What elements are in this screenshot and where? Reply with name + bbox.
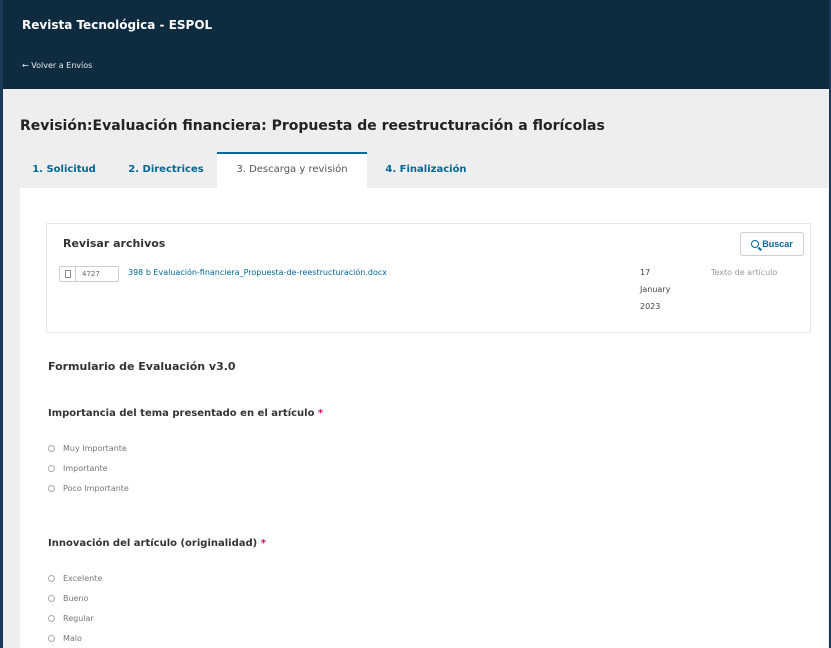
radio-button[interactable] — [48, 614, 55, 622]
option-excelente[interactable]: Excelente — [48, 568, 102, 588]
option-label: Poco Importante — [63, 483, 129, 493]
option-poco-importante[interactable]: Poco Importante — [48, 478, 129, 498]
radio-button[interactable] — [48, 484, 55, 492]
file-date: 17 January 2023 — [640, 264, 680, 315]
option-label: Excelente — [63, 573, 103, 583]
page-title: Revisión:Evaluación financiera: Propuest… — [20, 118, 605, 134]
radio-button[interactable] — [48, 444, 55, 452]
back-to-submissions-link[interactable]: ← Volver a Envíos — [22, 61, 92, 70]
option-regular[interactable]: Regular — [48, 608, 102, 628]
radio-button[interactable] — [48, 634, 55, 642]
top-header: Revista Tecnológica - ESPOL ← Volver a E… — [0, 0, 831, 89]
options-importancia: Muy Importante Importante Poco Important… — [48, 438, 129, 498]
review-step-tabs: 1. Solicitud 2. Directrices 3. Descarga … — [20, 152, 820, 188]
file-download-link[interactable]: 398 b Evaluación-financiera_Propuesta-de… — [128, 268, 387, 277]
file-date-year: 2023 — [640, 302, 661, 311]
options-innovacion: Excelente Bueno Regular Malo — [48, 568, 102, 648]
tab-directrices[interactable]: 2. Directrices — [114, 152, 218, 188]
option-label: Bueno — [63, 593, 89, 603]
file-badge: 4727 — [59, 266, 119, 282]
file-type: Texto de artículo — [711, 268, 778, 277]
file-id: 4727 — [82, 270, 100, 278]
tab-solicitud[interactable]: 1. Solicitud — [20, 152, 108, 188]
search-button[interactable]: Buscar — [740, 232, 804, 256]
question-title-innovacion: Innovación del artículo (originalidad) * — [48, 538, 266, 549]
search-button-label: Buscar — [762, 239, 793, 249]
radio-button[interactable] — [48, 464, 55, 472]
review-files-heading: Revisar archivos — [63, 237, 166, 250]
required-mark: * — [317, 408, 324, 419]
option-muy-importante[interactable]: Muy Importante — [48, 438, 129, 458]
question-text: Importancia del tema presentado en el ar… — [48, 408, 315, 419]
search-icon — [751, 240, 760, 248]
option-label: Malo — [63, 633, 82, 643]
form-title: Formulario de Evaluación v3.0 — [48, 360, 236, 373]
review-files-section: Revisar archivos Buscar 4727 398 b Evalu… — [46, 223, 811, 333]
question-title-importancia: Importancia del tema presentado en el ar… — [48, 408, 323, 419]
app-title: Revista Tecnológica - ESPOL — [22, 18, 213, 32]
option-malo[interactable]: Malo — [48, 628, 102, 648]
option-importante[interactable]: Importante — [48, 458, 129, 478]
document-icon — [60, 267, 76, 281]
option-label: Muy Importante — [63, 443, 127, 453]
option-bueno[interactable]: Bueno — [48, 588, 102, 608]
option-label: Importante — [63, 463, 108, 473]
file-date-day: 17 — [640, 268, 651, 277]
tab-descarga-y-revision[interactable]: 3. Descarga y revisión — [217, 152, 367, 188]
window-frame-left — [0, 0, 3, 648]
file-row: 4727 398 b Evaluación-financiera_Propues… — [59, 266, 799, 326]
radio-button[interactable] — [48, 574, 55, 582]
option-label: Regular — [63, 613, 94, 623]
tab-finalizacion[interactable]: 4. Finalización — [371, 152, 481, 188]
tab-content-panel: Revisar archivos Buscar 4727 398 b Evalu… — [20, 188, 828, 648]
file-date-month: January — [640, 285, 671, 294]
required-mark: * — [260, 538, 266, 549]
radio-button[interactable] — [48, 594, 55, 602]
question-text: Innovación del artículo (originalidad) — [48, 538, 258, 549]
